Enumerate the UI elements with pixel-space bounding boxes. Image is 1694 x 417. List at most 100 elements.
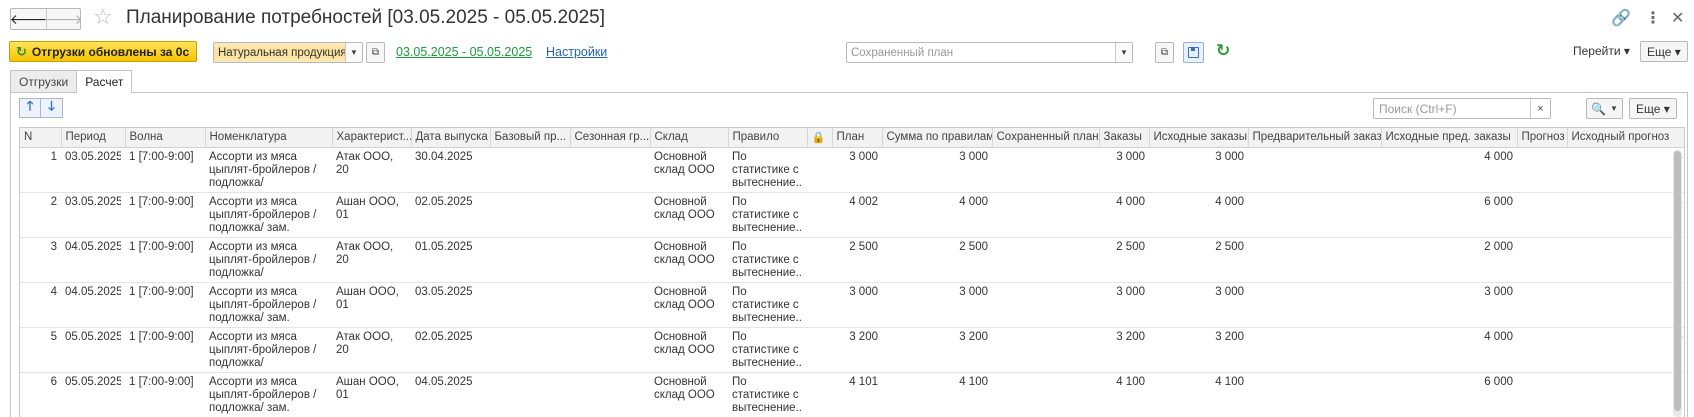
table-cell: 1 [7:00-9:00]	[125, 192, 205, 238]
table-cell: 6 000	[1381, 192, 1517, 238]
column-header[interactable]: Заказы	[1099, 128, 1150, 148]
column-header[interactable]: Правило	[728, 128, 808, 148]
table-cell: 02.05.2025	[411, 327, 490, 373]
table-cell: Основной склад ООО	[650, 372, 728, 417]
cell-text: 02.05.2025	[415, 330, 473, 343]
settings-link[interactable]: Настройки	[546, 45, 607, 59]
column-header-lock[interactable]: 🔒	[807, 128, 833, 148]
vertical-scrollbar[interactable]	[1673, 150, 1682, 417]
column-header[interactable]: Исходный прогноз	[1567, 128, 1684, 148]
search-icon: 🔍	[1591, 101, 1607, 116]
table-cell	[1248, 237, 1381, 283]
more-vertical-icon[interactable]: ⋮	[1645, 8, 1661, 28]
table-cell: 3 000	[1149, 282, 1248, 328]
move-up-icon[interactable]: 🡑	[19, 98, 41, 118]
table-more-button[interactable]: Еще ▾	[1629, 98, 1677, 119]
save-icon[interactable]	[1183, 42, 1204, 63]
cell-text: Основной склад ООО	[654, 330, 715, 356]
tab-shipments[interactable]: Отгрузки	[10, 70, 78, 92]
chevron-down-icon[interactable]: ▼	[1115, 43, 1132, 62]
table-cell	[992, 327, 1099, 373]
table-row[interactable]: 1 03.05.2025 1 [7:00-9:00] Ассорти из мяса …	[20, 147, 1684, 193]
period-link[interactable]: 03.05.2025 - 05.05.2025	[396, 45, 532, 59]
tab-calculation[interactable]: Расчет	[76, 70, 133, 93]
column-header[interactable]: Исходные заказы	[1149, 128, 1249, 148]
search-field[interactable]: Поиск (Ctrl+F) ×	[1373, 98, 1551, 119]
column-header[interactable]: Предварительный заказ	[1248, 128, 1382, 148]
column-header[interactable]: Номенклатура	[205, 128, 333, 148]
table-cell	[807, 192, 832, 238]
table-cell: 3 000	[1099, 147, 1149, 193]
clear-icon[interactable]: ×	[1530, 99, 1550, 118]
column-header[interactable]: Дата выпуска	[411, 128, 491, 148]
table-cell	[1248, 192, 1381, 238]
table-cell: 4 000	[1381, 327, 1517, 373]
table-cell: Ашан ООО, 01	[332, 192, 411, 238]
cell-text: 30.04.2025	[415, 150, 473, 163]
column-header[interactable]: Сохраненный план	[992, 128, 1100, 148]
table-cell	[992, 282, 1099, 328]
column-header[interactable]: Прогноз	[1517, 128, 1568, 148]
cell-text: Ашан ООО, 01	[336, 195, 399, 221]
table-cell: 05.05.2025	[61, 327, 125, 373]
move-down-icon[interactable]: 🡓	[41, 98, 63, 118]
cell-text: 1 [7:00-9:00]	[129, 330, 194, 343]
open-form-icon[interactable]: ⧉	[366, 42, 385, 63]
column-header[interactable]: Волна	[125, 128, 206, 148]
column-header[interactable]: План	[832, 128, 883, 148]
cell-text: Основной склад ООО	[654, 150, 715, 176]
column-header[interactable]: Базовый пр...	[490, 128, 571, 148]
table-cell: Основной склад ООО	[650, 147, 728, 193]
table-cell	[807, 282, 832, 328]
table-cell	[1517, 282, 1567, 328]
column-header[interactable]: Характерист...	[332, 128, 412, 148]
column-header[interactable]: Сумма по правилам	[882, 128, 993, 148]
goto-menu[interactable]: Перейти ▾	[1573, 44, 1630, 58]
table-cell: 3	[20, 237, 61, 283]
cell-text: 2 500	[1215, 240, 1244, 253]
table-cell: 2	[20, 192, 61, 238]
column-header[interactable]: Исходные пред. заказы	[1381, 128, 1518, 148]
product-type-select[interactable]: Натуральная продукция ▼	[213, 42, 363, 63]
favorite-star-icon[interactable]: ☆	[93, 5, 113, 29]
table-cell	[570, 282, 650, 328]
open-form-icon[interactable]: ⧉	[1155, 42, 1174, 63]
table-cell: Основной склад ООО	[650, 282, 728, 328]
close-icon[interactable]: ✕	[1671, 8, 1684, 28]
table-cell	[807, 327, 832, 373]
reload-icon[interactable]: ↻	[1216, 41, 1230, 61]
more-button[interactable]: Еще ▾	[1640, 41, 1688, 62]
table-row[interactable]: 4 04.05.2025 1 [7:00-9:00] Ассорти из мяса …	[20, 282, 1684, 328]
column-header[interactable]: Период	[61, 128, 126, 148]
cell-text: 2 000	[1484, 240, 1513, 253]
table-cell: 6	[20, 372, 61, 417]
column-header[interactable]: Сезонная гр...	[570, 128, 651, 148]
search-input[interactable]: Поиск (Ctrl+F)	[1374, 102, 1530, 116]
column-header[interactable]: N	[20, 128, 62, 148]
link-icon[interactable]: 🔗	[1611, 8, 1631, 28]
refresh-icon: ↻	[16, 43, 27, 59]
product-type-value: Натуральная продукция	[214, 46, 345, 59]
refresh-shipments-button[interactable]: ↻ Отгрузки обновлены за 0с	[9, 41, 198, 62]
table-row[interactable]: 6 05.05.2025 1 [7:00-9:00] Ассорти из мяса …	[20, 372, 1684, 417]
table-cell	[490, 372, 570, 417]
forward-arrow-icon[interactable]: 🡒	[45, 9, 83, 29]
cell-text: 6 000	[1484, 375, 1513, 388]
back-arrow-icon[interactable]: 🡐	[10, 9, 48, 29]
cell-text: 4 100	[1116, 375, 1145, 388]
chevron-down-icon[interactable]: ▼	[345, 43, 362, 62]
table-cell: 2 500	[1099, 237, 1149, 283]
table-cell: Основной склад ООО	[650, 327, 728, 373]
cell-text: 2 500	[1116, 240, 1145, 253]
search-button[interactable]: 🔍 ▼	[1586, 98, 1623, 119]
column-header[interactable]: Склад	[650, 128, 729, 148]
table-cell: 04.05.2025	[61, 282, 125, 328]
cell-text: Ассорти из мяса цыплят-бройлеров /подлож…	[209, 150, 317, 189]
table-row[interactable]: 3 04.05.2025 1 [7:00-9:00] Ассорти из мяса …	[20, 237, 1684, 283]
table-cell	[1248, 147, 1381, 193]
saved-plan-select[interactable]: Сохраненный план ▼	[846, 42, 1133, 63]
table-cell: Основной склад ООО	[650, 237, 728, 283]
table-cell: 3 000	[832, 282, 882, 328]
table-row[interactable]: 2 03.05.2025 1 [7:00-9:00] Ассорти из мяса …	[20, 192, 1684, 238]
table-row[interactable]: 5 05.05.2025 1 [7:00-9:00] Ассорти из мяса …	[20, 327, 1684, 373]
